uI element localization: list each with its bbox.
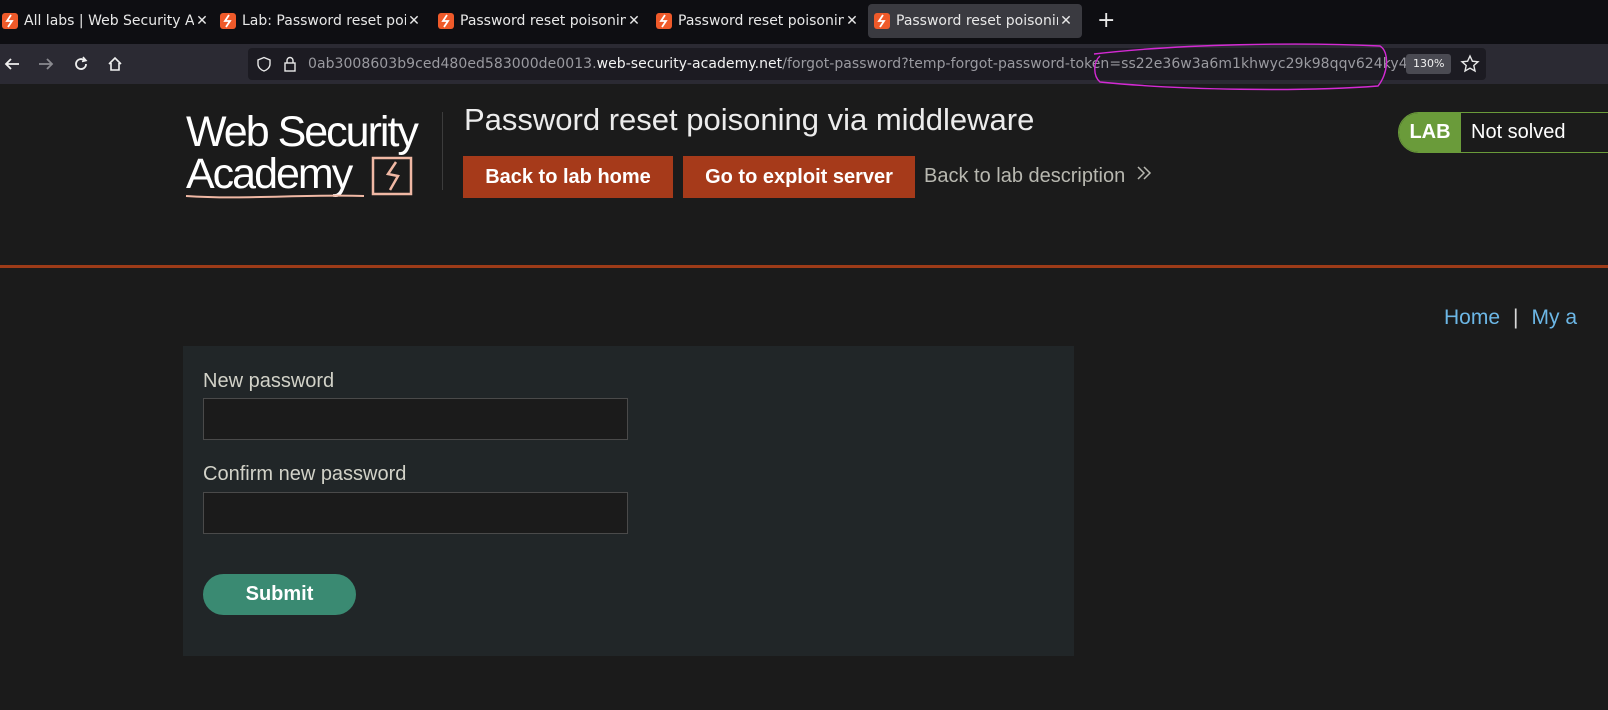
close-tab-icon[interactable]: ✕ xyxy=(1060,13,1072,29)
browser-tab[interactable]: Lab: Password reset poisoning via middle… xyxy=(214,4,426,38)
tab-title: Password reset poisoning via middleware xyxy=(460,13,626,29)
bookmark-star-icon[interactable] xyxy=(1460,54,1480,78)
url-text[interactable]: 0ab3008603b9ced480ed583000de0013.web-sec… xyxy=(308,56,1408,72)
close-tab-icon[interactable]: ✕ xyxy=(196,13,208,29)
back-to-lab-description-link[interactable]: Back to lab description xyxy=(924,164,1153,188)
double-chevron-right-icon xyxy=(1135,164,1153,188)
zoom-level-badge[interactable]: 130% xyxy=(1406,54,1452,74)
lightning-icon xyxy=(2,13,18,29)
tab-title: Password reset poisoning via middleware xyxy=(896,13,1058,29)
lightning-icon xyxy=(874,13,890,29)
submit-button[interactable]: Submit xyxy=(203,574,356,615)
home-icon[interactable] xyxy=(103,52,127,76)
lab-status-text: Not solved xyxy=(1461,113,1608,152)
lock-icon[interactable] xyxy=(283,56,297,76)
account-nav: Home | My a xyxy=(1444,306,1577,330)
tab-title: All labs | Web Security Academy xyxy=(24,13,194,29)
confirm-password-input[interactable] xyxy=(203,492,628,534)
browser-nav-bar: 0ab3008603b9ced480ed583000de0013.web-sec… xyxy=(0,44,1608,84)
reload-icon[interactable] xyxy=(69,52,93,76)
new-tab-icon[interactable]: + xyxy=(1097,9,1115,33)
lab-description-label: Back to lab description xyxy=(924,164,1126,187)
back-to-lab-home-button[interactable]: Back to lab home xyxy=(463,156,673,198)
browser-tab[interactable]: All labs | Web Security Academy ✕ xyxy=(0,4,214,38)
url-bar[interactable]: 0ab3008603b9ced480ed583000de0013.web-sec… xyxy=(248,48,1486,80)
close-tab-icon[interactable]: ✕ xyxy=(408,13,420,29)
url-path: /forgot-password?temp-forgot-password-to… xyxy=(782,56,1408,72)
header-divider xyxy=(442,112,443,190)
nav-separator: | xyxy=(1513,306,1519,329)
lab-status-widget: LAB Not solved xyxy=(1398,112,1608,153)
lab-badge: LAB xyxy=(1399,113,1461,152)
go-to-exploit-server-button[interactable]: Go to exploit server xyxy=(683,156,915,198)
back-arrow-icon[interactable] xyxy=(0,52,24,76)
home-link[interactable]: Home xyxy=(1444,306,1500,329)
url-subdomain: 0ab3008603b9ced480ed583000de0013. xyxy=(308,56,597,72)
lightning-icon xyxy=(220,13,236,29)
reset-password-form: New password Confirm new password Submit xyxy=(183,346,1074,656)
forward-arrow-icon[interactable] xyxy=(34,52,58,76)
tab-title: Password reset poisoning via middleware xyxy=(678,13,844,29)
shield-icon[interactable] xyxy=(256,56,272,76)
web-security-academy-logo[interactable]: Web Security Academy xyxy=(184,108,444,204)
browser-tab[interactable]: Password reset poisoning via middleware … xyxy=(650,4,864,38)
browser-tab[interactable]: Password reset poisoning via middleware … xyxy=(432,4,646,38)
logo-lightning-icon xyxy=(185,156,413,199)
browser-tab-bar: All labs | Web Security Academy ✕ Lab: P… xyxy=(0,0,1608,44)
close-tab-icon[interactable]: ✕ xyxy=(846,13,858,29)
close-tab-icon[interactable]: ✕ xyxy=(628,13,640,29)
new-password-input[interactable] xyxy=(203,398,628,440)
lightning-icon xyxy=(438,13,454,29)
browser-tab-active[interactable]: Password reset poisoning via middleware … xyxy=(868,4,1082,38)
lightning-icon xyxy=(656,13,672,29)
my-account-link[interactable]: My a xyxy=(1532,306,1578,329)
tab-title: Lab: Password reset poisoning via middle… xyxy=(242,13,406,29)
lab-title: Password reset poisoning via middleware xyxy=(464,102,1035,137)
confirm-password-label: Confirm new password xyxy=(203,463,407,485)
new-password-label: New password xyxy=(203,370,335,392)
url-domain: web-security-academy.net xyxy=(596,56,783,72)
header-rule xyxy=(0,265,1608,268)
